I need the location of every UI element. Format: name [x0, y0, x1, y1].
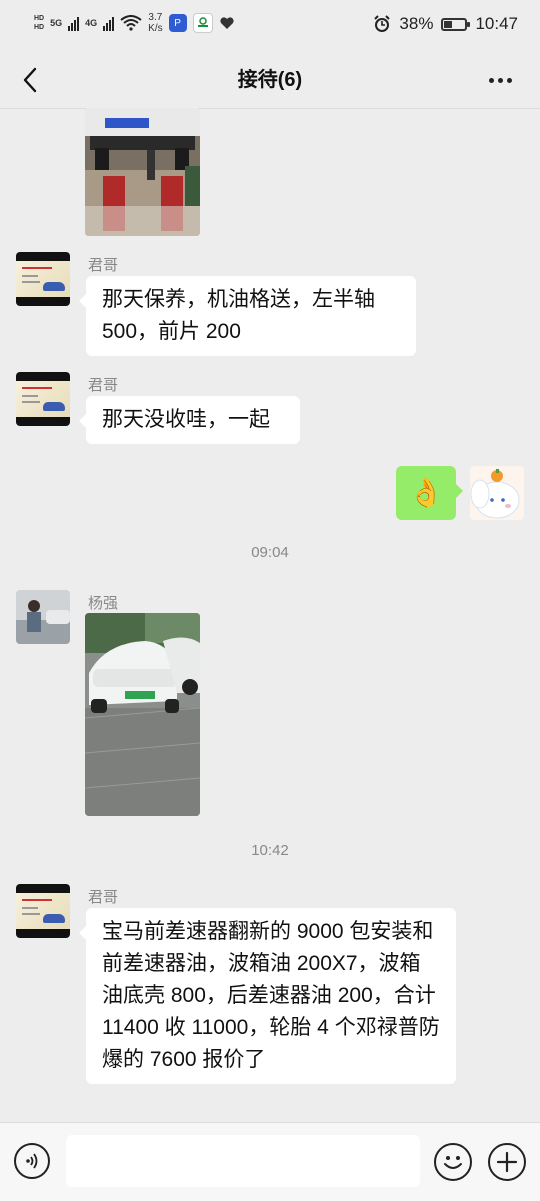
battery-icon [441, 17, 471, 31]
hd-label-1: HD [34, 15, 45, 22]
more-dot-icon [506, 77, 512, 83]
heart-shield-icon [220, 17, 234, 29]
wifi-icon [120, 15, 142, 31]
status-left: HD HD 5G 4G 3.7 K/s P [34, 12, 235, 34]
timestamp: 10:42 [251, 842, 289, 859]
more-options-button[interactable] [480, 62, 520, 98]
message-list[interactable]: 君哥 那天保养，机油格送，左半轴500，前片 200 君哥 那天没收哇，一起 👌… [0, 108, 540, 1122]
battery-fill [444, 20, 453, 28]
hd-indicator: HD HD [34, 14, 44, 32]
message-bubble[interactable]: 宝马前差速器翻新的 9000 包安装和前差速器油，波箱油 200X7，波箱油底壳… [79, 908, 456, 1084]
person-with-car-avatar-image [16, 590, 70, 644]
chat-title: 接待(6) [237, 69, 303, 91]
avatar-junge[interactable] [16, 252, 70, 306]
voice-wave-icon [26, 1153, 38, 1169]
net-speed-value: 3.7 [148, 12, 163, 23]
bank-app-icon [192, 13, 213, 33]
message-bubble[interactable]: 那天没收哇，一起 [79, 396, 300, 444]
more-dot-icon [488, 77, 494, 83]
smiley-icon [444, 1156, 462, 1169]
voice-input-button[interactable] [14, 1143, 50, 1179]
avatar-yangqiang[interactable] [16, 590, 70, 644]
network-4g-label: 4G [85, 18, 98, 28]
chat-navbar: 接待(6) [0, 52, 540, 109]
status-bar: HD HD 5G 4G 3.7 K/s P 38% 10:47 [0, 0, 540, 52]
business-card-avatar-image [16, 252, 70, 306]
signal-bars-icon-2 [103, 15, 115, 31]
cinnamoroll-avatar-image [470, 466, 524, 520]
emoji-button[interactable] [434, 1143, 472, 1181]
net-speed-unit: K/s [148, 23, 163, 34]
car-lift-photo[interactable] [85, 108, 200, 236]
chat-input-bar [0, 1122, 540, 1201]
business-card-avatar-image [16, 884, 70, 938]
sender-name: 君哥 [88, 257, 119, 274]
message-bubble[interactable]: 那天保养，机油格送，左半轴500，前片 200 [79, 276, 416, 356]
avatar-junge[interactable] [16, 372, 70, 426]
sender-name: 君哥 [88, 889, 119, 906]
car-lift-image [85, 108, 200, 236]
my-avatar[interactable] [470, 466, 524, 520]
signal-bars-icon [68, 15, 80, 31]
business-card-avatar-image [16, 372, 70, 426]
sender-name: 杨强 [88, 595, 119, 612]
avatar-junge[interactable] [16, 884, 70, 938]
message-input[interactable] [66, 1135, 420, 1187]
network-5g-label: 5G [50, 18, 63, 28]
alarm-icon [374, 15, 391, 32]
hd-label-2: HD [34, 24, 45, 31]
timestamp: 09:04 [251, 544, 289, 561]
parking-app-icon: P [168, 14, 187, 32]
ok-hand-emoji: 👌 [408, 477, 444, 508]
sender-name: 君哥 [88, 377, 119, 394]
more-dot-icon [497, 77, 503, 83]
my-message-bubble[interactable]: 👌 [396, 466, 463, 520]
white-car-image [85, 613, 200, 816]
status-right: 38% 10:47 [373, 14, 518, 34]
car-photo[interactable] [85, 613, 200, 816]
net-speed: 3.7 K/s [148, 12, 162, 34]
more-functions-button[interactable] [488, 1143, 526, 1181]
battery-percent: 38% [399, 14, 434, 33]
clock: 10:47 [475, 14, 518, 33]
plus-icon [496, 1151, 518, 1173]
